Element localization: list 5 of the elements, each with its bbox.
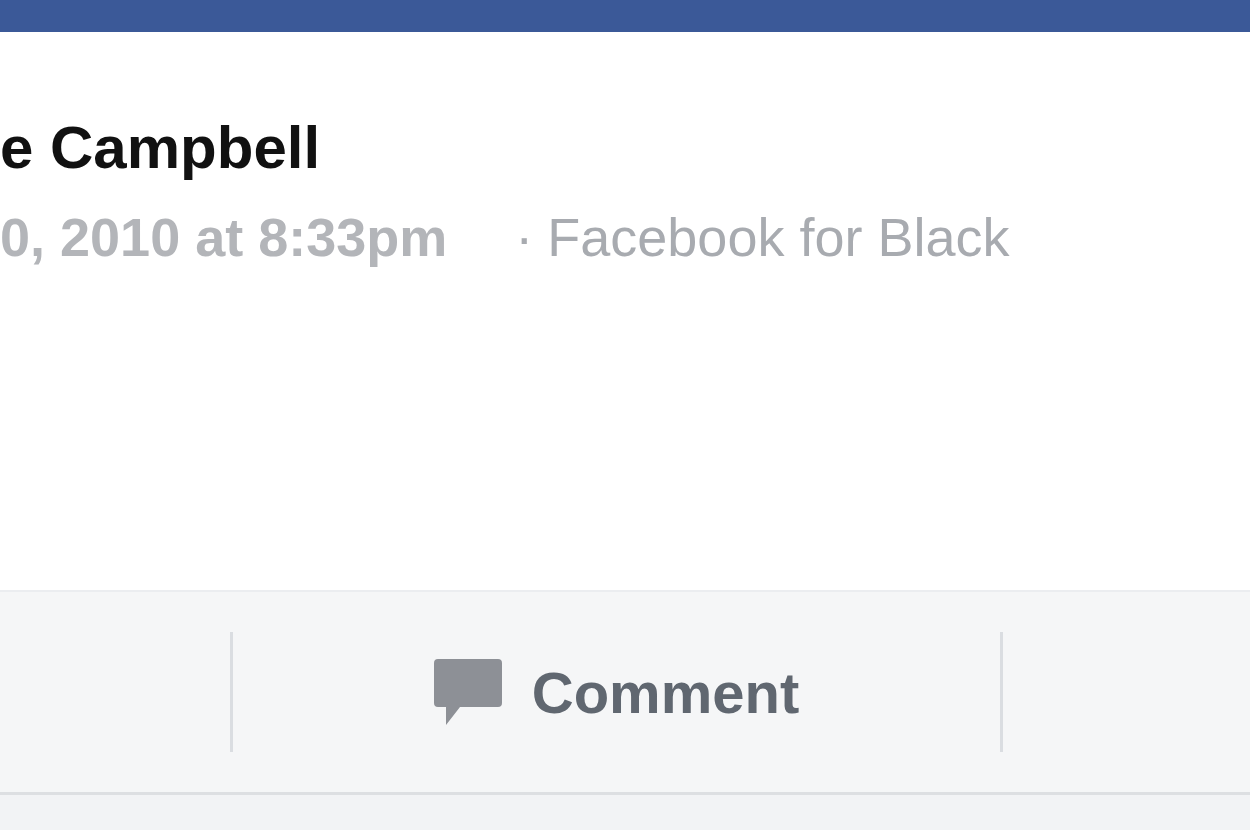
speech-bubble-icon (433, 659, 502, 725)
author-name[interactable]: e Campbell (0, 118, 321, 178)
post-source: Facebook for Black (547, 210, 1010, 264)
separator-dot: · (515, 210, 534, 264)
comment-button[interactable]: Comment (433, 658, 800, 726)
